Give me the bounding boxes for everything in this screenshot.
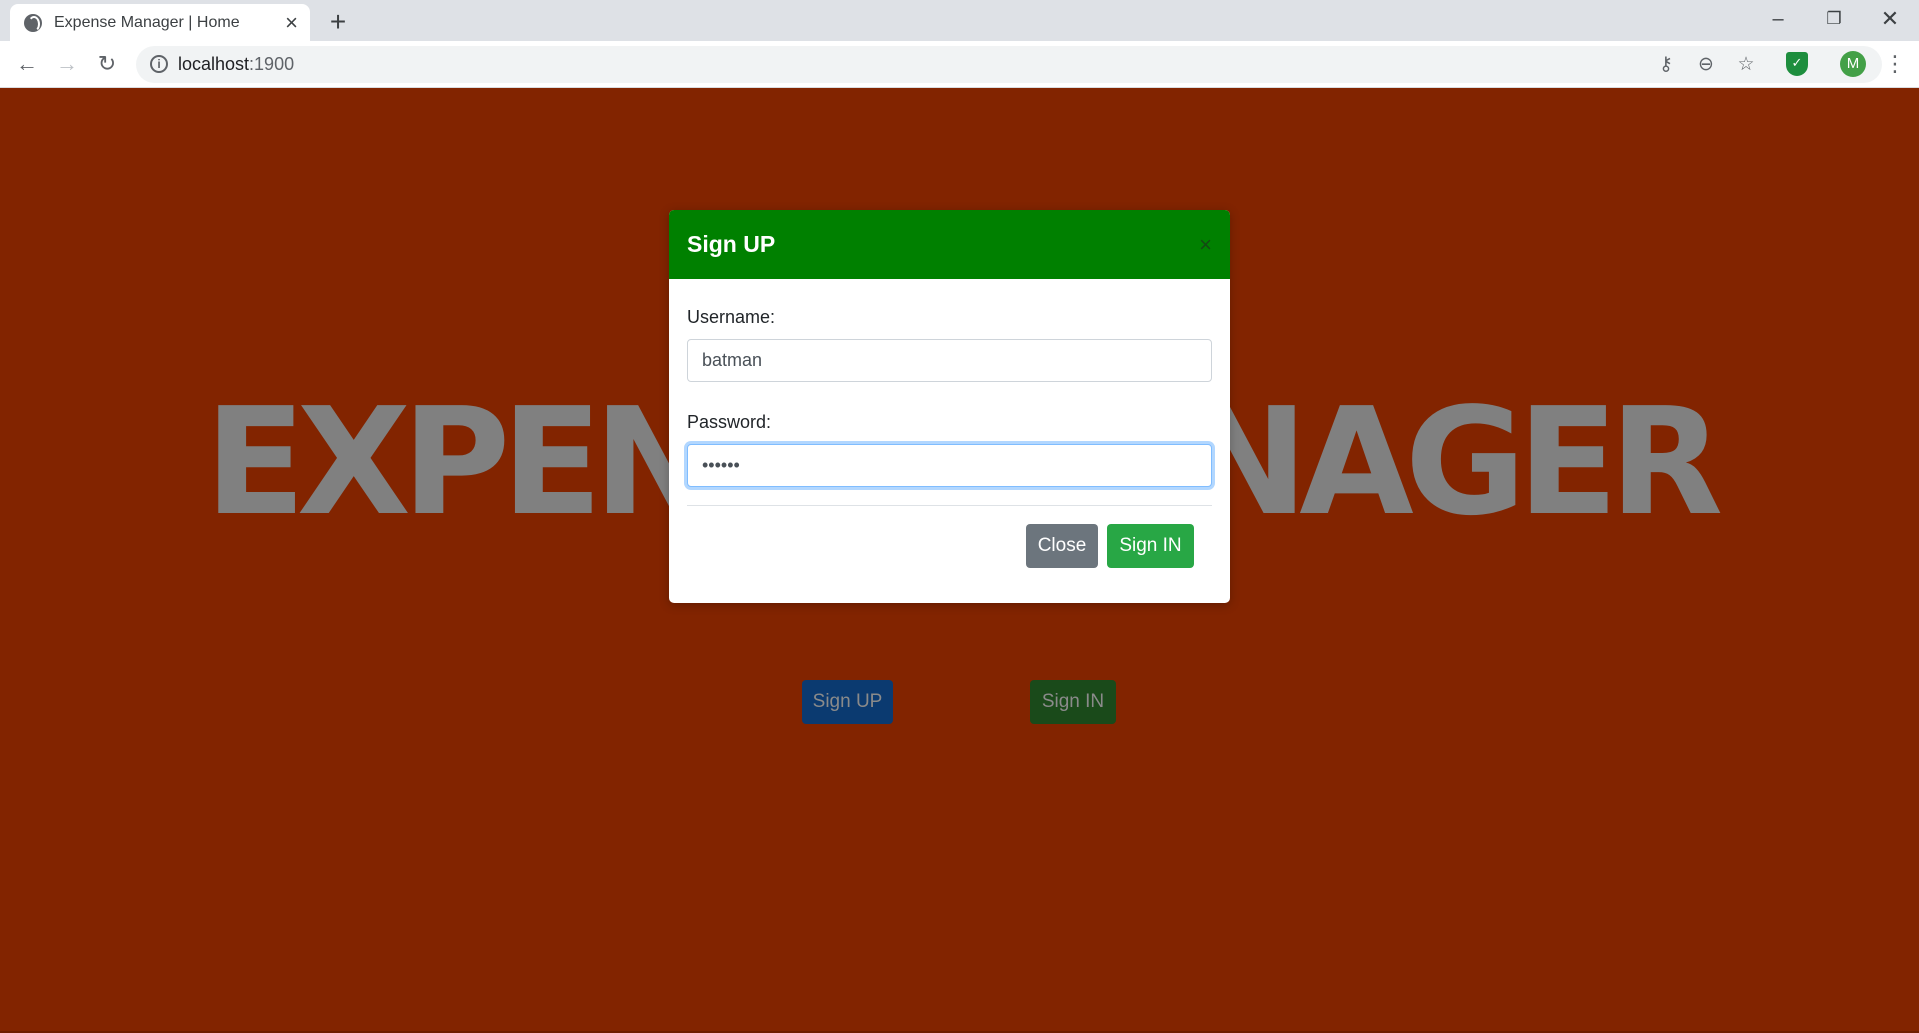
modal-body: Username: Password: bbox=[669, 279, 1230, 487]
minimize-window-button[interactable]: – bbox=[1750, 0, 1806, 41]
modal-header: Sign UP × bbox=[669, 210, 1230, 279]
profile-avatar[interactable]: M bbox=[1840, 51, 1866, 77]
key-icon[interactable]: ⚷ bbox=[1652, 52, 1680, 78]
page-background: EXPENSE MANAGER Sign UP Sign IN Sign UP … bbox=[0, 88, 1919, 1033]
page-signin-button[interactable]: Sign IN bbox=[1030, 680, 1116, 724]
modal-title: Sign UP bbox=[687, 231, 776, 257]
browser-tab[interactable]: Expense Manager | Home × bbox=[10, 4, 310, 41]
close-button[interactable]: Close bbox=[1026, 524, 1098, 568]
username-label: Username: bbox=[687, 307, 776, 327]
zoom-out-icon[interactable]: ⊖ bbox=[1692, 52, 1720, 78]
browser-tabstrip: Expense Manager | Home × + – ❐ ✕ bbox=[0, 0, 1919, 41]
browser-toolbar: ← → ↻ i localhost:1900 ⚷ ⊖ ☆ bbox=[0, 41, 1919, 88]
browser-menu-icon[interactable]: ⋮ bbox=[1882, 49, 1908, 79]
url-text: localhost:1900 bbox=[178, 54, 295, 74]
tab-close-icon[interactable]: × bbox=[285, 11, 298, 34]
password-field[interactable] bbox=[687, 444, 1212, 487]
restore-window-button[interactable]: ❐ bbox=[1806, 0, 1862, 41]
signup-modal: Sign UP × Username: Password: Close Sign… bbox=[669, 210, 1230, 603]
forward-arrow-icon[interactable]: → bbox=[51, 49, 83, 81]
bookmark-star-icon[interactable]: ☆ bbox=[1732, 52, 1760, 78]
reload-icon[interactable]: ↻ bbox=[91, 49, 123, 81]
signin-button[interactable]: Sign IN bbox=[1107, 524, 1194, 568]
modal-close-icon[interactable]: × bbox=[1199, 232, 1212, 258]
username-field[interactable] bbox=[687, 339, 1212, 382]
password-label: Password: bbox=[687, 412, 772, 432]
extension-shield-icon[interactable]: ✓ bbox=[1786, 52, 1808, 76]
back-arrow-icon[interactable]: ← bbox=[11, 49, 43, 81]
close-window-button[interactable]: ✕ bbox=[1862, 0, 1918, 41]
modal-footer: Close Sign IN bbox=[669, 506, 1230, 568]
page-signup-button[interactable]: Sign UP bbox=[802, 680, 893, 724]
globe-icon bbox=[24, 13, 42, 32]
site-info-icon[interactable]: i bbox=[150, 55, 168, 73]
tab-title: Expense Manager | Home bbox=[54, 13, 240, 31]
new-tab-button[interactable]: + bbox=[322, 7, 354, 39]
address-bar[interactable]: i localhost:1900 ⚷ ⊖ ☆ bbox=[136, 46, 1882, 83]
